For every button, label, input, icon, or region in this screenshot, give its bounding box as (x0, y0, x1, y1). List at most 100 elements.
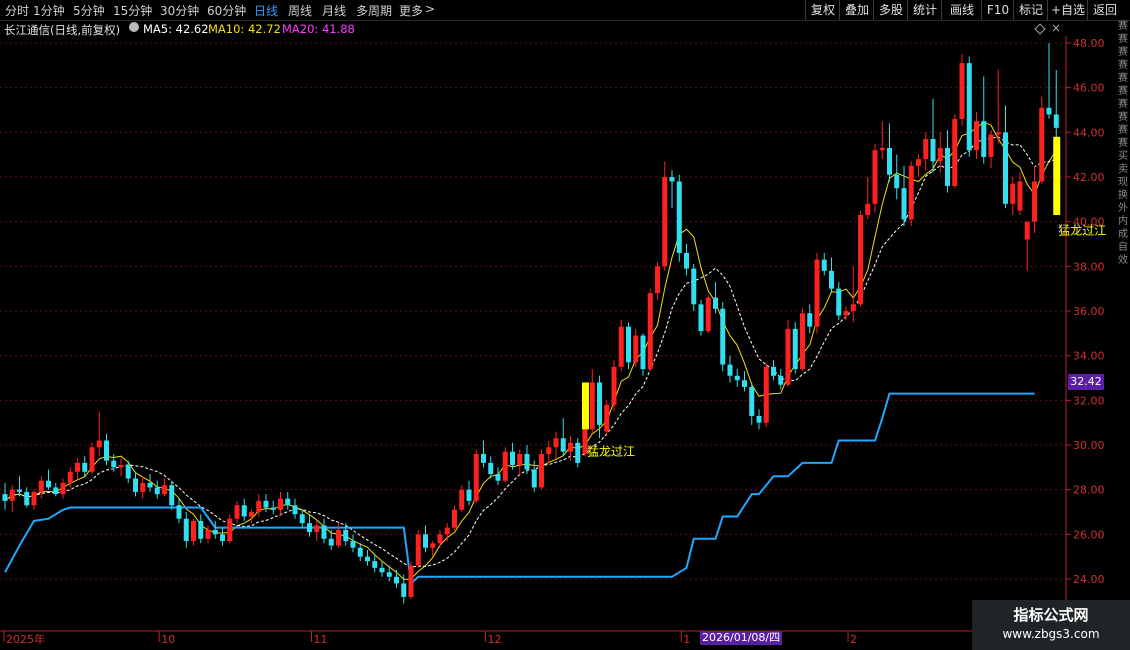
candle-down (401, 583, 407, 597)
period-multi[interactable]: 多周期 (356, 2, 392, 19)
multi-stock-button[interactable]: 多股 (873, 0, 908, 20)
period-5min[interactable]: 5分钟 (73, 2, 105, 19)
candle-up (459, 489, 465, 510)
adjust-button[interactable]: 复权 (805, 0, 840, 20)
candle-down (676, 181, 682, 253)
draw-line-button[interactable]: 画线 (941, 0, 982, 20)
candle-down (343, 529, 349, 542)
period-30min[interactable]: 30分钟 (160, 2, 199, 19)
candle-up (785, 328, 791, 385)
watermark: 指标公式网 www.zbgs3.com (972, 600, 1130, 650)
candle-down (560, 438, 566, 452)
y-tick-label: 44.00 (1073, 126, 1105, 139)
statistics-button[interactable]: 统计 (907, 0, 942, 20)
candle-down (307, 523, 312, 533)
candle-down (133, 478, 138, 492)
candle-up (249, 512, 254, 517)
y-tick-label: 28.00 (1073, 484, 1105, 497)
candle-down (684, 252, 689, 269)
add-watchlist-button[interactable]: +自选 (1047, 0, 1088, 20)
candle-down (357, 547, 363, 557)
candle-down (212, 529, 218, 535)
candle-up (437, 534, 443, 544)
candle-up (568, 442, 573, 452)
period-weekly[interactable]: 周线 (288, 2, 312, 19)
candle-down (46, 480, 51, 488)
x-tick-label: 1 (683, 633, 690, 646)
overlay-button[interactable]: 叠加 (839, 0, 874, 20)
watermark-title: 指标公式网 (1013, 606, 1089, 624)
candle-down (321, 525, 327, 539)
candle-down (220, 534, 225, 542)
x-tick-label: 12 (488, 633, 502, 646)
period-daily[interactable]: 日线 (254, 2, 278, 19)
candle-down (365, 556, 370, 562)
candle-up (415, 534, 421, 566)
period-1min-time[interactable]: 分时 (5, 2, 29, 19)
period-60min[interactable]: 60分钟 (207, 2, 246, 19)
watermark-url: www.zbgs3.com (1002, 627, 1100, 641)
candle-up (763, 366, 769, 423)
candle-up (618, 326, 624, 367)
candle-down (372, 561, 378, 568)
y-tick-label: 48.00 (1073, 37, 1105, 50)
mark-button[interactable]: 标记 (1013, 0, 1048, 20)
candle-down (125, 465, 131, 479)
candle-down (241, 505, 247, 517)
candle-up (633, 335, 639, 363)
back-button[interactable]: 返回 (1087, 0, 1122, 20)
candle-down (176, 505, 182, 519)
candle-up (227, 518, 233, 542)
period-1min[interactable]: 1分钟 (33, 2, 65, 19)
candle-down (386, 572, 392, 577)
close-icon[interactable]: × (1051, 21, 1061, 35)
chevron-right-icon[interactable]: > (425, 2, 435, 16)
candle-down (640, 335, 646, 370)
candle-up (205, 529, 211, 539)
y-tick-label: 38.00 (1073, 260, 1105, 273)
candle-up (118, 465, 124, 468)
candle-up (923, 139, 929, 160)
candle-up (850, 304, 856, 311)
candle-down (82, 462, 88, 472)
candle-up (865, 203, 871, 215)
candle-up (140, 482, 146, 492)
candle-up (879, 147, 885, 151)
candle-up (234, 505, 240, 519)
candle-down (829, 270, 834, 289)
signal-label: 猛龙过江 (1058, 224, 1106, 238)
period-15min[interactable]: 15分钟 (113, 2, 152, 19)
candle-up (314, 525, 320, 533)
candle-down (575, 442, 581, 463)
diamond-icon[interactable] (1034, 23, 1046, 35)
candle-down (531, 469, 537, 488)
candle-down (981, 121, 987, 157)
period-more[interactable]: 更多 (399, 2, 423, 19)
candle-up (38, 480, 44, 492)
candle-down (285, 498, 291, 506)
y-tick-label: 26.00 (1073, 528, 1105, 541)
candle-up (162, 485, 167, 495)
candle-down (510, 451, 515, 466)
candle-down (1046, 107, 1052, 115)
candle-down (488, 462, 494, 475)
settings-icon[interactable] (129, 22, 139, 32)
signal-label: 猛龙过江 (587, 445, 635, 459)
candlestick-chart[interactable]: 48.0046.0044.0042.0040.0038.0036.0034.00… (0, 36, 1130, 650)
period-monthly[interactable]: 月线 (322, 2, 346, 19)
y-tick-label: 30.00 (1073, 439, 1105, 452)
f10-button[interactable]: F10 (981, 0, 1014, 20)
candle-down (756, 415, 762, 423)
candle-up (655, 266, 660, 294)
candle-down (734, 375, 740, 381)
candle-up (96, 440, 102, 448)
candle-up (9, 489, 15, 501)
y-tick-label: 46.00 (1073, 82, 1105, 95)
candle-down (270, 507, 276, 510)
candle-up (974, 121, 979, 151)
candle-up (1039, 107, 1045, 182)
candle-up (31, 491, 37, 506)
candle-up (191, 520, 196, 542)
candle-up (952, 118, 958, 186)
candle-down (836, 288, 842, 316)
